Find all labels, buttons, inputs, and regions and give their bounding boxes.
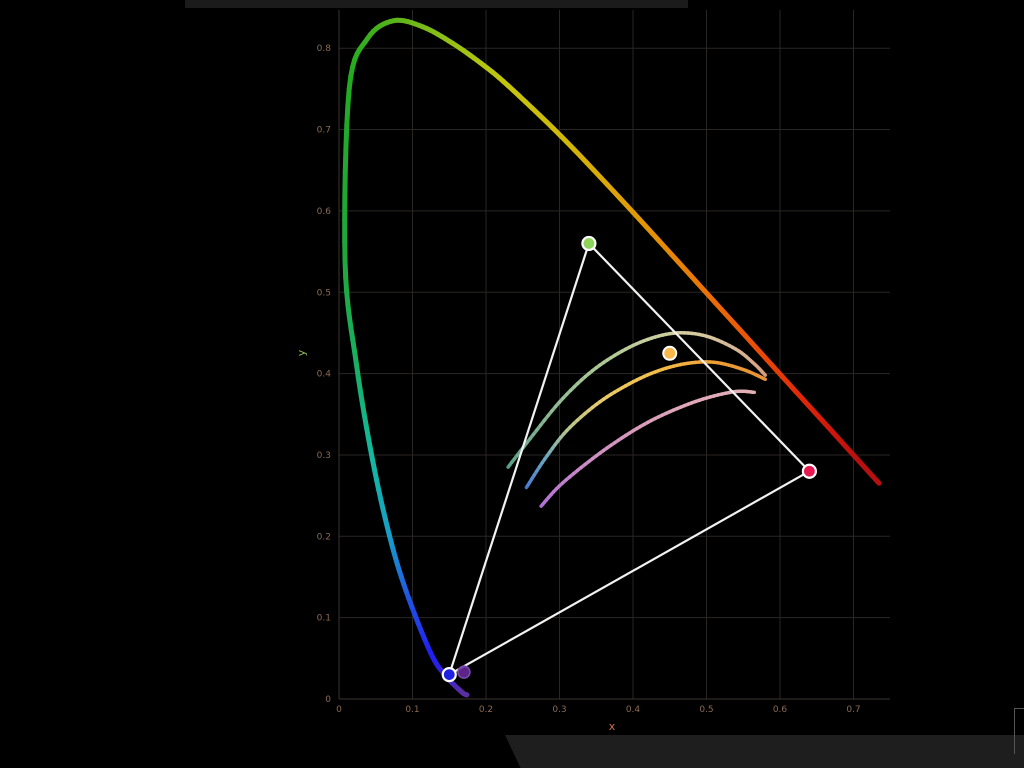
triangle-vertex-1 — [581, 235, 597, 252]
triangle-vertex-3 — [441, 666, 457, 683]
y-tick-label-5: 0.5 — [317, 288, 331, 298]
x-tick-label-3: 0.3 — [552, 705, 566, 715]
y-tick-label-8: 0.8 — [317, 44, 332, 54]
curve-1-segment-79 — [762, 372, 768, 377]
x-tick-label-6: 0.6 — [773, 705, 788, 715]
locus-segment-69 — [343, 122, 350, 150]
y-axis-label: y — [295, 349, 308, 356]
curve-2-segment-71 — [761, 376, 768, 382]
triangle-edge-3 — [448, 243, 590, 675]
chromaticity-chart: 0 0.1 0.2 0.3 0.4 0.5 0.6 0.7 0 0.1 0.2 0.3 0.4 0.5 0.… — [295, 10, 890, 733]
point-2 — [457, 665, 471, 679]
x-tick-label-0: 0 — [336, 705, 342, 715]
curves — [506, 331, 768, 508]
x-axis-label: x — [609, 720, 616, 733]
y-tick-label-2: 0.2 — [317, 532, 331, 542]
y-tick-label-7: 0.7 — [317, 126, 331, 136]
triangle-edge-2 — [448, 470, 810, 676]
gamut-triangle — [448, 242, 811, 676]
curve-1 — [506, 331, 768, 469]
x-tick-label-5: 0.5 — [699, 705, 713, 715]
point-1 — [662, 345, 678, 361]
curve-3 — [539, 389, 757, 508]
x-tick-label-7: 0.7 — [846, 705, 860, 715]
locus-segment-68 — [342, 144, 349, 175]
locus-segment-70 — [344, 102, 351, 128]
y-tick-label-6: 0.6 — [317, 207, 332, 217]
y-tick-label-4: 0.4 — [317, 370, 332, 380]
x-tick-label-1: 0.1 — [405, 705, 419, 715]
locus-segment-199 — [874, 478, 882, 486]
points — [441, 235, 818, 683]
y-tick-label-3: 0.3 — [317, 451, 331, 461]
y-tick-label-1: 0.1 — [317, 614, 331, 624]
x-tick-label-4: 0.4 — [626, 705, 641, 715]
y-tick-label-0: 0 — [325, 695, 331, 705]
triangle-vertex-2 — [801, 463, 818, 479]
x-tick-label-2: 0.2 — [479, 705, 493, 715]
